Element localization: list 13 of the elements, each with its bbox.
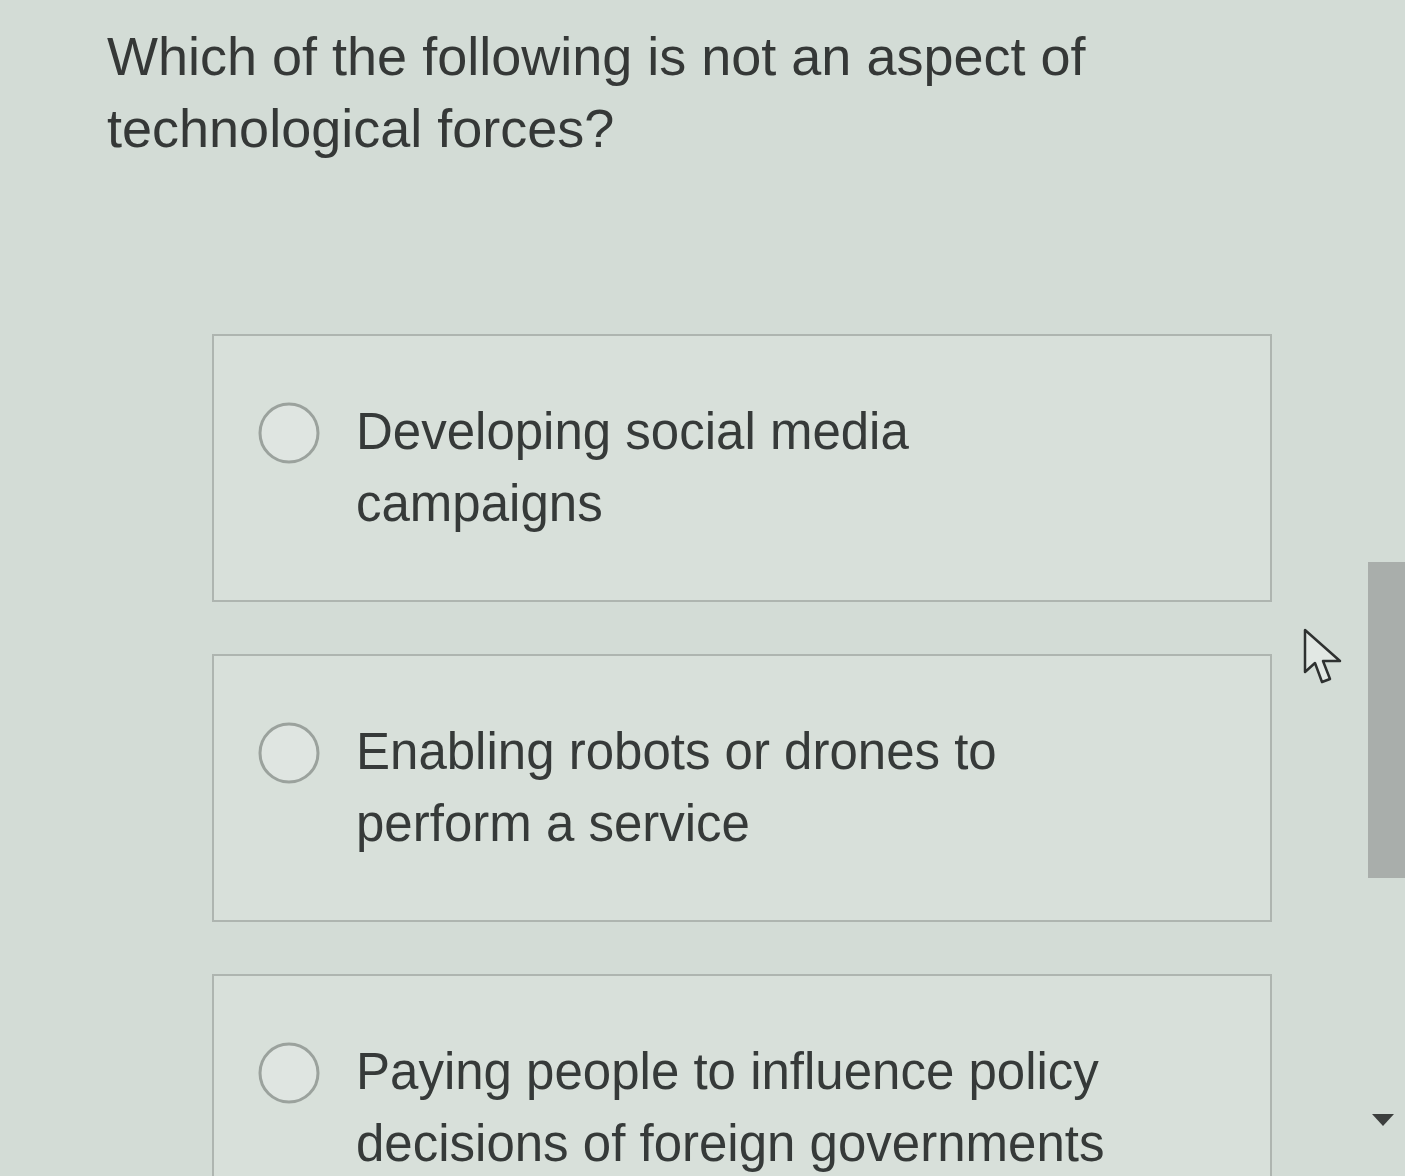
option-label: Developing social media campaigns <box>356 402 910 534</box>
radio-button[interactable] <box>258 722 320 784</box>
radio-button[interactable] <box>258 402 320 464</box>
answer-option[interactable]: Developing social media campaigns <box>212 334 1272 602</box>
question-text: Which of the following is not an aspect of technological forces? <box>107 25 1087 160</box>
option-label: Paying people to influence policy decisions of foreign governments <box>356 1042 1106 1174</box>
answer-option[interactable]: Enabling robots or drones to perform a service <box>212 654 1272 922</box>
answer-option[interactable]: Paying people to influence policy decisions of foreign governments <box>212 974 1272 1176</box>
scroll-down-icon[interactable] <box>1372 1114 1394 1126</box>
pointer-icon <box>1303 628 1343 684</box>
scrollbar-thumb[interactable] <box>1368 562 1405 878</box>
radio-button[interactable] <box>258 1042 320 1104</box>
option-label: Enabling robots or drones to perform a service <box>356 722 998 854</box>
